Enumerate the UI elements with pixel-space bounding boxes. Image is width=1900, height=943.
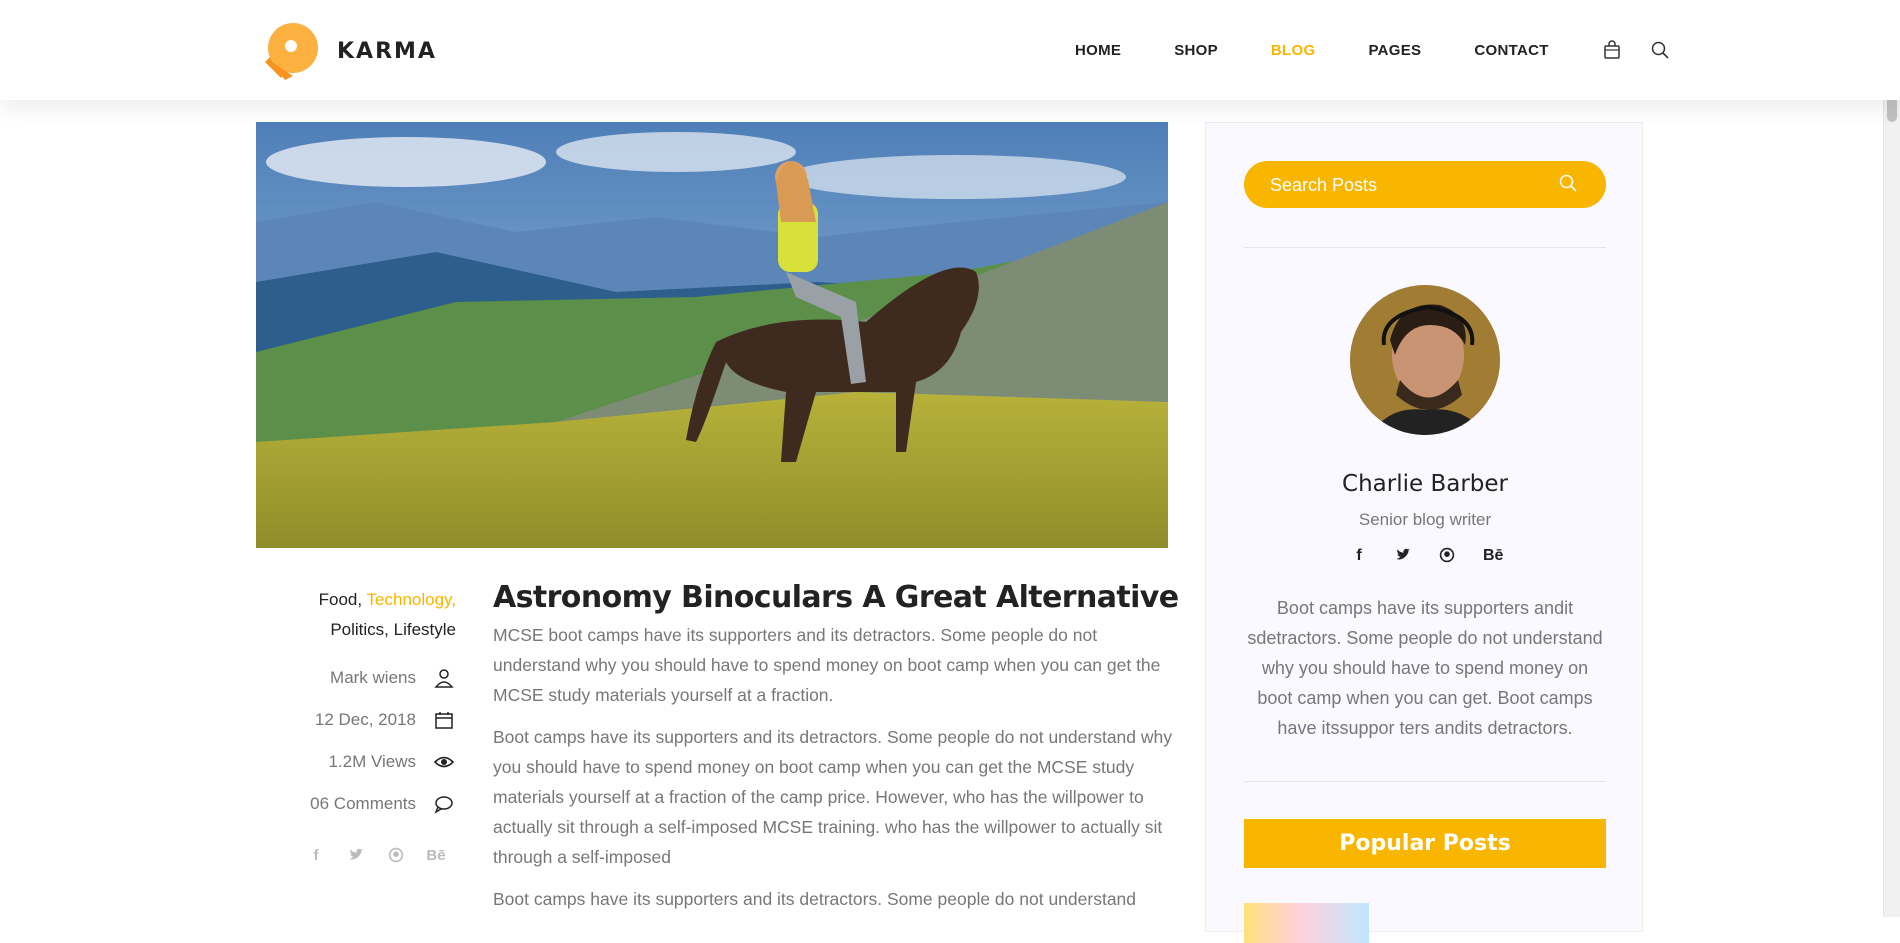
search-placeholder: Search Posts: [1270, 175, 1378, 195]
main-nav: HOME SHOP BLOG PAGES CONTACT: [1075, 40, 1670, 60]
nav-shop[interactable]: SHOP: [1174, 42, 1218, 59]
divider: [1244, 781, 1606, 782]
nav-contact[interactable]: CONTACT: [1474, 42, 1548, 59]
twitter-icon[interactable]: [1395, 547, 1411, 568]
behance-icon[interactable]: Bē: [426, 847, 446, 867]
github-icon[interactable]: [1439, 547, 1455, 568]
nav-pages[interactable]: PAGES: [1368, 42, 1421, 59]
author-social-links: f Bē: [1206, 547, 1644, 568]
logo-icon: [265, 23, 318, 80]
category-link[interactable]: Technology,: [367, 590, 456, 609]
post-comments[interactable]: 06 Comments: [256, 789, 456, 819]
twitter-icon[interactable]: [346, 847, 366, 867]
calendar-icon: [432, 708, 456, 732]
popular-post-thumbnail[interactable]: [1244, 903, 1369, 943]
facebook-icon[interactable]: f: [1351, 547, 1367, 568]
nav-home[interactable]: HOME: [1075, 42, 1121, 59]
post-body: Astronomy Binoculars A Great Alternative…: [493, 578, 1179, 914]
post-paragraph: MCSE boot camps have its supporters and …: [493, 625, 1161, 705]
category-link[interactable]: Politics,: [330, 620, 389, 639]
user-icon: [432, 666, 456, 690]
post-meta: Food, Technology, Politics, Lifestyle Ma…: [256, 585, 456, 867]
comments-text: 06 Comments: [310, 794, 416, 813]
eye-icon: [432, 750, 456, 774]
brand-name: KARMA: [337, 38, 437, 64]
post-featured-image: [256, 122, 1168, 548]
post-paragraph: Boot camps have its supporters and its d…: [493, 727, 1172, 867]
author-bio: Boot camps have its supporters andit sde…: [1247, 598, 1603, 738]
post-views: 1.2M Views: [256, 747, 456, 777]
cart-icon[interactable]: [1602, 40, 1622, 60]
search-icon[interactable]: [1558, 173, 1580, 195]
author-avatar: [1350, 285, 1500, 435]
site-header: KARMA HOME SHOP BLOG PAGES CONTACT: [0, 0, 1900, 100]
comment-icon: [432, 792, 456, 816]
post-paragraph: Boot camps have its supporters and its d…: [493, 889, 1137, 909]
author-role: Senior blog writer: [1358, 510, 1492, 529]
nav-blog[interactable]: BLOG: [1271, 42, 1316, 59]
author-name: Charlie Barber: [1342, 471, 1508, 497]
page-scrollbar[interactable]: [1883, 0, 1900, 917]
post-share-links: f Bē: [256, 847, 456, 867]
logo[interactable]: KARMA: [255, 18, 437, 84]
sidebar: Search Posts Charlie Barber Senior blog …: [1205, 122, 1644, 943]
post-date: 12 Dec, 2018: [256, 705, 456, 735]
category-link[interactable]: Food,: [319, 590, 362, 609]
post-title[interactable]: Astronomy Binoculars A Great Alternative: [493, 578, 1179, 618]
author-name: Mark wiens: [330, 668, 416, 687]
github-icon[interactable]: [386, 847, 406, 867]
post-author[interactable]: Mark wiens: [256, 663, 456, 693]
behance-icon[interactable]: Bē: [1483, 547, 1503, 568]
facebook-icon[interactable]: f: [306, 847, 326, 867]
date-text: 12 Dec, 2018: [314, 710, 416, 729]
search-posts-field[interactable]: Search Posts: [1244, 161, 1606, 208]
divider: [1244, 247, 1606, 248]
category-link[interactable]: Lifestyle: [394, 620, 456, 639]
post-categories: Food, Technology, Politics, Lifestyle: [256, 585, 456, 645]
search-icon[interactable]: [1650, 40, 1670, 60]
views-text: 1.2M Views: [328, 752, 416, 771]
popular-posts-heading: Popular Posts: [1244, 819, 1606, 868]
